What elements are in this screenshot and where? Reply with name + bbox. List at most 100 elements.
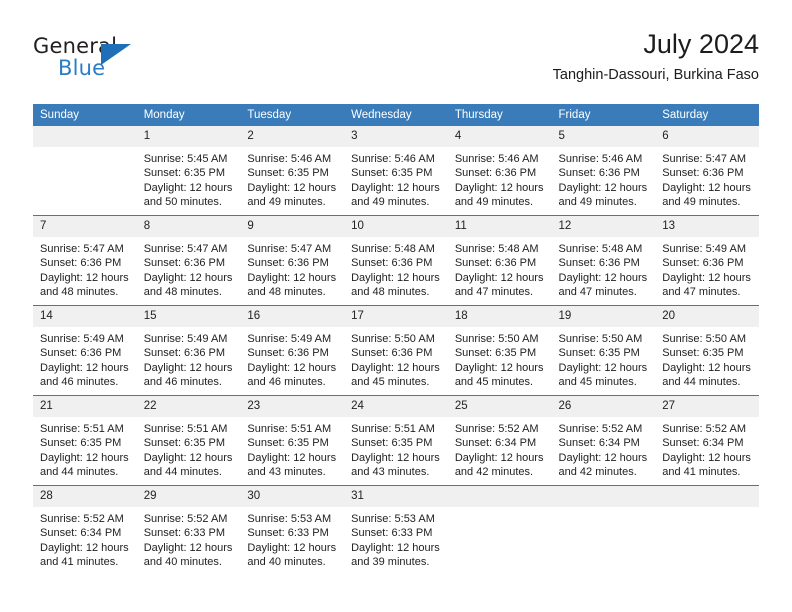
daylight-text-line1: Daylight: 12 hours (662, 271, 751, 284)
calendar-day-cell[interactable]: 26 Sunrise: 5:52 AM Sunset: 6:34 PM Dayligh… (551, 395, 656, 486)
day-number: 26 (551, 396, 656, 417)
daylight-text-line1: Daylight: 12 hours (558, 451, 648, 464)
day-number: 27 (655, 396, 759, 417)
daylight-text-line2: and 40 minutes. (143, 556, 222, 569)
day-number: 12 (551, 216, 656, 237)
calendar-week-row: 28 Sunrise: 5:52 AM Sunset: 6:34 PM Dayligh… (33, 485, 759, 575)
daylight-text-line1: Daylight: 12 hours (454, 181, 544, 194)
sunrise-text: Sunrise: 5:52 AM (454, 423, 539, 435)
day-number: 7 (33, 216, 137, 237)
sunset-text: Sunset: 6:36 PM (454, 167, 537, 180)
day-number: 2 (240, 126, 345, 147)
day-details: Sunrise: 5:53 AM Sunset: 6:33 PM Daylight:… (240, 507, 344, 570)
day-number (447, 486, 552, 507)
calendar-day-cell-empty (447, 485, 552, 575)
calendar-day-cell[interactable]: 20 Sunrise: 5:50 AM Sunset: 6:35 PM Dayligh… (655, 305, 759, 396)
daylight-text-line2: and 44 minutes. (40, 466, 119, 479)
daylight-text-line2: and 46 minutes. (247, 376, 326, 389)
sunset-text: Sunset: 6:36 PM (558, 167, 640, 180)
calendar-day-cell[interactable]: 22 Sunrise: 5:51 AM Sunset: 6:35 PM Dayligh… (136, 395, 241, 486)
calendar-day-cell[interactable]: 19 Sunrise: 5:50 AM Sunset: 6:35 PM Dayligh… (551, 305, 656, 396)
daylight-text-line2: and 48 minutes. (40, 286, 119, 299)
sunset-text: Sunset: 6:36 PM (662, 167, 744, 180)
calendar-day-cell[interactable]: 23 Sunrise: 5:51 AM Sunset: 6:35 PM Dayligh… (240, 395, 345, 486)
sunset-text: Sunset: 6:33 PM (351, 527, 433, 540)
sunrise-text: Sunrise: 5:48 AM (454, 243, 539, 255)
daylight-text-line2: and 49 minutes. (454, 196, 534, 209)
calendar-day-cell[interactable]: 27 Sunrise: 5:52 AM Sunset: 6:34 PM Dayligh… (655, 395, 759, 486)
calendar-day-cell[interactable]: 6 Sunrise: 5:47 AM Sunset: 6:36 PM Daylight… (655, 126, 759, 216)
sunrise-text: Sunrise: 5:51 AM (40, 423, 124, 435)
daylight-text-line1: Daylight: 12 hours (351, 451, 440, 464)
calendar-day-cell[interactable]: 18 Sunrise: 5:50 AM Sunset: 6:35 PM Dayligh… (447, 305, 552, 396)
daylight-text-line2: and 40 minutes. (247, 556, 326, 569)
daylight-text-line2: and 45 minutes. (351, 376, 430, 389)
calendar-day-cell[interactable]: 8 Sunrise: 5:47 AM Sunset: 6:36 PM Daylight… (136, 215, 241, 306)
calendar-day-cell[interactable]: 11 Sunrise: 5:48 AM Sunset: 6:36 PM Dayligh… (447, 215, 552, 306)
weekday-header-monday: Monday (136, 104, 241, 126)
day-number (33, 126, 137, 147)
calendar-day-cell[interactable]: 9 Sunrise: 5:47 AM Sunset: 6:36 PM Daylight… (240, 215, 345, 306)
calendar-day-cell[interactable]: 7 Sunrise: 5:47 AM Sunset: 6:36 PM Daylight… (33, 215, 137, 306)
day-number: 15 (136, 306, 241, 327)
day-number: 11 (447, 216, 552, 237)
calendar-day-cell[interactable]: 12 Sunrise: 5:48 AM Sunset: 6:36 PM Dayligh… (551, 215, 656, 306)
day-details (33, 147, 137, 152)
day-number: 10 (344, 216, 448, 237)
calendar-day-cell[interactable]: 13 Sunrise: 5:49 AM Sunset: 6:36 PM Dayligh… (655, 215, 759, 306)
day-details: Sunrise: 5:52 AM Sunset: 6:34 PM Daylight:… (33, 507, 137, 570)
daylight-text-line1: Daylight: 12 hours (143, 271, 233, 284)
sunset-text: Sunset: 6:36 PM (40, 257, 122, 270)
daylight-text-line2: and 48 minutes. (351, 286, 430, 299)
day-details: Sunrise: 5:47 AM Sunset: 6:36 PM Daylight:… (137, 237, 241, 300)
day-number: 17 (344, 306, 448, 327)
day-number: 16 (240, 306, 345, 327)
sunrise-text: Sunrise: 5:52 AM (143, 513, 228, 525)
sunset-text: Sunset: 6:35 PM (351, 167, 433, 180)
daylight-text-line1: Daylight: 12 hours (351, 361, 440, 374)
day-details: Sunrise: 5:50 AM Sunset: 6:36 PM Daylight:… (344, 327, 448, 390)
day-details: Sunrise: 5:46 AM Sunset: 6:36 PM Daylight:… (448, 147, 552, 210)
sunset-text: Sunset: 6:34 PM (558, 437, 640, 450)
page-title: July 2024 (643, 29, 759, 59)
daylight-text-line2: and 49 minutes. (351, 196, 430, 209)
daylight-text-line1: Daylight: 12 hours (40, 271, 129, 284)
day-details: Sunrise: 5:53 AM Sunset: 6:33 PM Daylight:… (344, 507, 448, 570)
logo-triangle-icon (101, 44, 131, 65)
calendar-day-cell[interactable]: 21 Sunrise: 5:51 AM Sunset: 6:35 PM Dayligh… (33, 395, 137, 486)
day-number: 24 (344, 396, 448, 417)
calendar-day-cell[interactable]: 30 Sunrise: 5:53 AM Sunset: 6:33 PM Dayligh… (240, 485, 345, 575)
sunset-text: Sunset: 6:34 PM (40, 527, 122, 540)
day-details: Sunrise: 5:49 AM Sunset: 6:36 PM Daylight:… (655, 237, 759, 300)
day-number: 13 (655, 216, 759, 237)
calendar-day-cell[interactable]: 4 Sunrise: 5:46 AM Sunset: 6:36 PM Daylight… (447, 126, 552, 216)
page-subtitle: Tanghin-Dassouri, Burkina Faso (552, 67, 759, 83)
sunrise-text: Sunrise: 5:52 AM (558, 423, 643, 435)
calendar-day-cell[interactable]: 14 Sunrise: 5:49 AM Sunset: 6:36 PM Dayligh… (33, 305, 137, 396)
sunrise-text: Sunrise: 5:47 AM (662, 153, 746, 165)
calendar-day-cell[interactable]: 17 Sunrise: 5:50 AM Sunset: 6:36 PM Dayligh… (344, 305, 448, 396)
calendar-day-cell[interactable]: 28 Sunrise: 5:52 AM Sunset: 6:34 PM Dayligh… (33, 485, 137, 575)
day-number: 1 (136, 126, 241, 147)
sunrise-text: Sunrise: 5:49 AM (247, 333, 332, 345)
calendar-day-cell[interactable]: 3 Sunrise: 5:46 AM Sunset: 6:35 PM Daylight… (344, 126, 448, 216)
sunrise-text: Sunrise: 5:46 AM (351, 153, 435, 165)
calendar-day-cell[interactable]: 24 Sunrise: 5:51 AM Sunset: 6:35 PM Dayligh… (344, 395, 448, 486)
day-number: 22 (136, 396, 241, 417)
calendar-day-cell[interactable]: 5 Sunrise: 5:46 AM Sunset: 6:36 PM Daylight… (551, 126, 656, 216)
generalblue-logo[interactable]: General Blue (33, 34, 213, 86)
sunrise-text: Sunrise: 5:53 AM (351, 513, 435, 525)
calendar-day-cell[interactable]: 15 Sunrise: 5:49 AM Sunset: 6:36 PM Dayligh… (136, 305, 241, 396)
calendar-day-cell[interactable]: 2 Sunrise: 5:46 AM Sunset: 6:35 PM Daylight… (240, 126, 345, 216)
calendar-day-cell[interactable]: 1 Sunrise: 5:45 AM Sunset: 6:35 PM Daylight… (136, 126, 241, 216)
calendar-day-cell[interactable]: 29 Sunrise: 5:52 AM Sunset: 6:33 PM Dayligh… (136, 485, 241, 575)
day-details: Sunrise: 5:51 AM Sunset: 6:35 PM Daylight:… (240, 417, 344, 480)
daylight-text-line2: and 46 minutes. (143, 376, 222, 389)
daylight-text-line1: Daylight: 12 hours (40, 541, 129, 554)
calendar-day-cell[interactable]: 31 Sunrise: 5:53 AM Sunset: 6:33 PM Dayligh… (344, 485, 448, 575)
calendar-day-cell[interactable]: 10 Sunrise: 5:48 AM Sunset: 6:36 PM Dayligh… (344, 215, 448, 306)
calendar-day-cell[interactable]: 25 Sunrise: 5:52 AM Sunset: 6:34 PM Dayligh… (447, 395, 552, 486)
calendar-day-cell[interactable]: 16 Sunrise: 5:49 AM Sunset: 6:36 PM Dayligh… (240, 305, 345, 396)
daylight-text-line2: and 41 minutes. (40, 556, 119, 569)
day-details: Sunrise: 5:52 AM Sunset: 6:34 PM Daylight:… (448, 417, 552, 480)
